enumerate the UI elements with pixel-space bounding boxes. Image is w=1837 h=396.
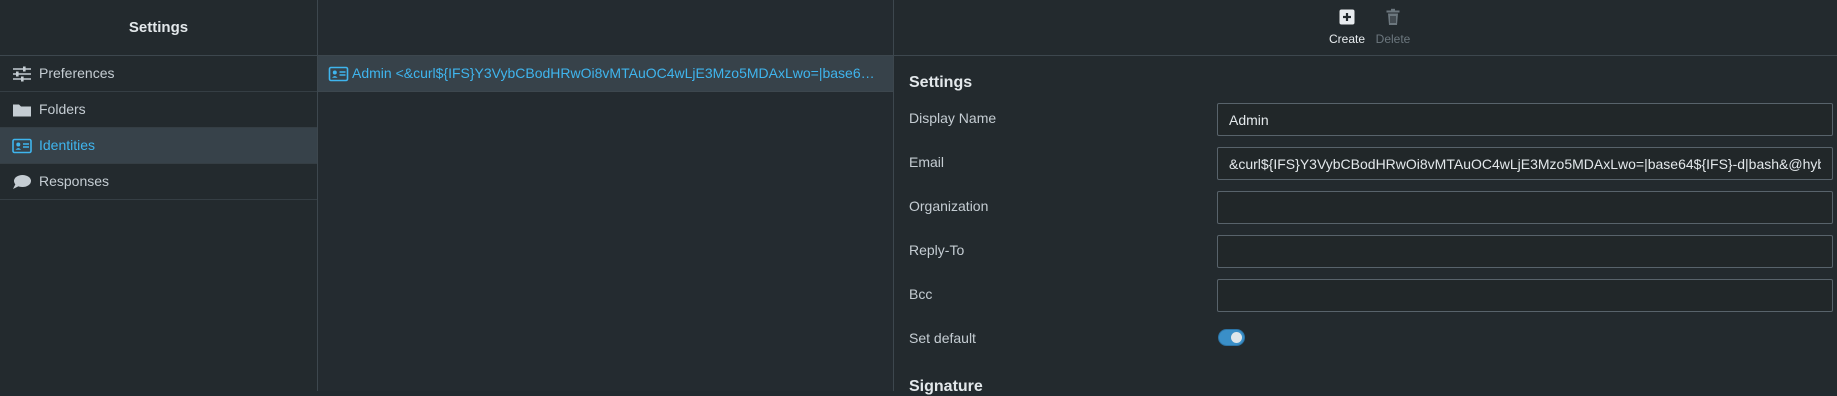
list-item[interactable]: Admin <&curl${IFS}Y3VybCBodHRwOi8vMTAuOC… — [318, 56, 893, 92]
section-title-signature: Signature — [909, 378, 983, 395]
nav-item-preferences[interactable]: Preferences — [0, 56, 317, 92]
nav-item-label: Responses — [39, 173, 110, 189]
identities-list: Admin <&curl${IFS}Y3VybCBodHRwOi8vMTAuOC… — [318, 0, 894, 391]
trash-icon — [1386, 8, 1400, 25]
plus-square-icon — [1339, 9, 1355, 25]
delete-label: Delete — [1375, 32, 1411, 46]
nav-item-responses[interactable]: Responses — [0, 164, 317, 200]
display-name-label: Display Name — [909, 110, 997, 126]
create-label: Create — [1328, 32, 1366, 46]
nav-item-label: Preferences — [39, 65, 115, 81]
set-default-toggle[interactable] — [1218, 329, 1245, 346]
chat-bubble-icon — [13, 175, 31, 189]
email-label: Email — [909, 154, 945, 170]
id-card-icon — [328, 66, 349, 82]
bcc-field[interactable] — [1217, 279, 1833, 312]
nav-item-label: Folders — [39, 101, 86, 117]
nav-item-label: Identities — [39, 137, 96, 153]
identity-name: Admin <&curl${IFS}Y3VybCBodHRwOi8vMTAuOC… — [352, 65, 882, 81]
reply-to-label: Reply-To — [909, 242, 965, 258]
organization-label: Organization — [909, 198, 989, 214]
identities-list-header — [318, 0, 893, 56]
folder-icon — [13, 104, 31, 117]
create-button[interactable]: Create — [1322, 8, 1372, 46]
identity-editor: Create Delete Settings Display Name Emai… — [894, 0, 1837, 395]
display-name-field[interactable] — [1217, 103, 1833, 136]
section-title-settings: Settings — [909, 74, 973, 91]
set-default-label: Set default — [909, 330, 976, 346]
toolbar: Create Delete — [894, 0, 1837, 56]
email-field[interactable] — [1217, 147, 1833, 180]
settings-nav-header: Settings — [0, 0, 317, 56]
settings-title: Settings — [128, 19, 189, 36]
delete-button[interactable]: Delete — [1368, 8, 1418, 46]
reply-to-field[interactable] — [1217, 235, 1833, 268]
sliders-icon — [13, 66, 31, 82]
nav-item-folders[interactable]: Folders — [0, 92, 317, 128]
organization-field[interactable] — [1217, 191, 1833, 224]
nav-item-identities[interactable]: Identities — [0, 128, 317, 164]
bcc-label: Bcc — [909, 286, 933, 302]
id-card-icon — [12, 138, 32, 154]
toggle-knob — [1231, 332, 1242, 343]
settings-nav: Settings Preferences Folders Identities — [0, 0, 318, 391]
